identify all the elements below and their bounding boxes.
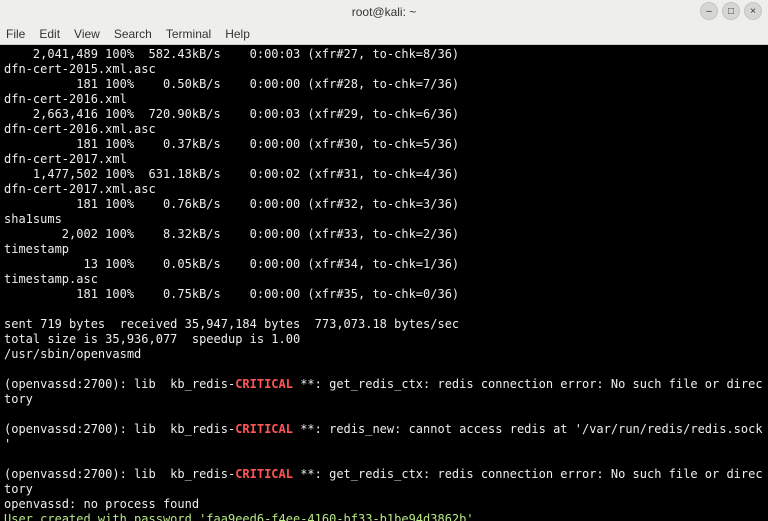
log-line: 181 100% 0.50kB/s 0:00:00 (xfr#28, to-ch… [4, 77, 459, 91]
critical-label: CRITICAL [235, 422, 293, 436]
window-titlebar: root@kali: ~ – □ × [0, 0, 768, 24]
window-controls: – □ × [700, 2, 762, 20]
log-line: 2,002 100% 8.32kB/s 0:00:00 (xfr#33, to-… [4, 227, 459, 241]
log-line: tory [4, 392, 33, 406]
terminal-pane[interactable]: 2,041,489 100% 582.43kB/s 0:00:03 (xfr#2… [0, 45, 768, 521]
log-line: sha1sums [4, 212, 62, 226]
log-line: 181 100% 0.37kB/s 0:00:00 (xfr#30, to-ch… [4, 137, 459, 151]
log-line: 181 100% 0.76kB/s 0:00:00 (xfr#32, to-ch… [4, 197, 459, 211]
log-line: sent 719 bytes received 35,947,184 bytes… [4, 317, 459, 331]
menu-terminal[interactable]: Terminal [166, 27, 211, 41]
menu-bar: File Edit View Search Terminal Help [0, 24, 768, 45]
log-line: dfn-cert-2017.xml.asc [4, 182, 156, 196]
close-button[interactable]: × [744, 2, 762, 20]
menu-edit[interactable]: Edit [39, 27, 60, 41]
menu-view[interactable]: View [74, 27, 100, 41]
log-line: dfn-cert-2015.xml.asc [4, 62, 156, 76]
log-line: **: get_redis_ctx: redis connection erro… [293, 467, 763, 481]
minimize-button[interactable]: – [700, 2, 718, 20]
log-line: **: get_redis_ctx: redis connection erro… [293, 377, 763, 391]
log-line: dfn-cert-2016.xml.asc [4, 122, 156, 136]
log-line: 1,477,502 100% 631.18kB/s 0:00:02 (xfr#3… [4, 167, 459, 181]
log-line: total size is 35,936,077 speedup is 1.00 [4, 332, 300, 346]
log-line: openvassd: no process found [4, 497, 199, 511]
user-created-line: User created with password 'faa9eed6-f4e… [4, 512, 481, 521]
log-line: /usr/sbin/openvasmd [4, 347, 141, 361]
log-line: dfn-cert-2017.xml [4, 152, 127, 166]
log-line: (openvassd:2700): lib kb_redis- [4, 422, 235, 436]
menu-help[interactable]: Help [225, 27, 250, 41]
menu-search[interactable]: Search [114, 27, 152, 41]
window-title: root@kali: ~ [352, 5, 417, 19]
critical-label: CRITICAL [235, 467, 293, 481]
log-line: 2,663,416 100% 720.90kB/s 0:00:03 (xfr#2… [4, 107, 459, 121]
log-line: ' [4, 437, 11, 451]
log-line: timestamp [4, 242, 69, 256]
critical-label: CRITICAL [235, 377, 293, 391]
log-line: 181 100% 0.75kB/s 0:00:00 (xfr#35, to-ch… [4, 287, 459, 301]
menu-file[interactable]: File [6, 27, 25, 41]
log-line: 13 100% 0.05kB/s 0:00:00 (xfr#34, to-chk… [4, 257, 459, 271]
log-line: timestamp.asc [4, 272, 98, 286]
log-line: 2,041,489 100% 582.43kB/s 0:00:03 (xfr#2… [4, 47, 459, 61]
log-line: **: redis_new: cannot access redis at '/… [293, 422, 763, 436]
log-line: (openvassd:2700): lib kb_redis- [4, 377, 235, 391]
log-line: dfn-cert-2016.xml [4, 92, 127, 106]
log-line: tory [4, 482, 33, 496]
maximize-button[interactable]: □ [722, 2, 740, 20]
log-line: (openvassd:2700): lib kb_redis- [4, 467, 235, 481]
